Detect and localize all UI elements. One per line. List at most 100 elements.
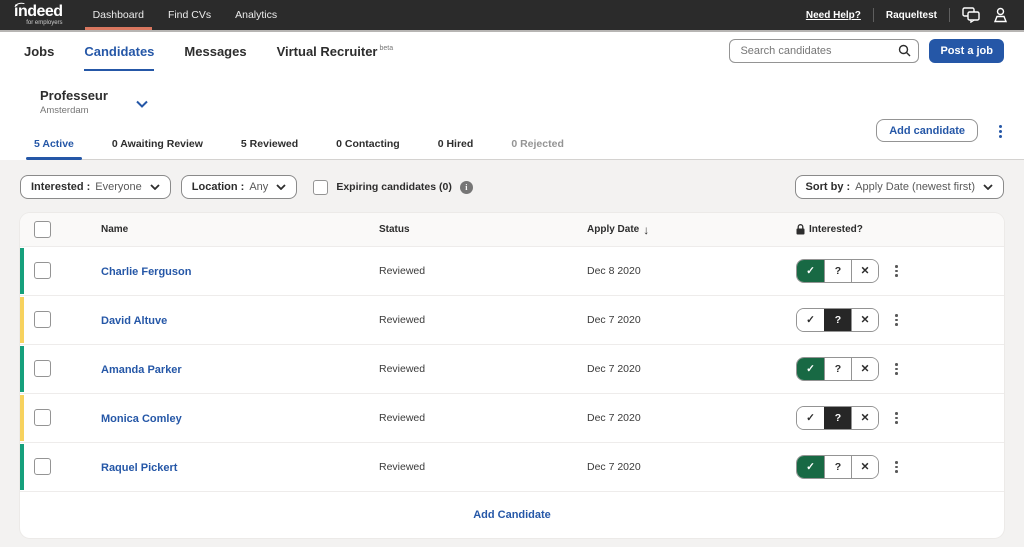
row-checkbox[interactable] — [34, 360, 51, 378]
candidate-name-link[interactable]: Monica Comley — [101, 413, 182, 425]
interested-yes-button[interactable]: ✓ — [797, 407, 824, 429]
interested-yes-button[interactable]: ✓ — [797, 309, 824, 331]
column-header-interested: Interested? — [796, 224, 1004, 235]
tab-contacting[interactable]: 0 Contacting — [336, 138, 400, 159]
sort-descending-arrow-icon: ↓ — [643, 222, 650, 237]
search-icon — [898, 44, 911, 57]
sort-by-dropdown[interactable]: Sort by : Apply Date (newest first) — [794, 175, 1004, 199]
interested-no-button[interactable]: ✕ — [851, 309, 878, 331]
chevron-down-icon — [150, 184, 160, 190]
topnav-find-cvs[interactable]: Find CVs — [156, 0, 223, 30]
column-header-name: Name — [101, 224, 129, 235]
account-icon[interactable] — [993, 7, 1008, 23]
top-navigation: Dashboard Find CVs Analytics — [81, 0, 290, 30]
filters-row: Interested : Everyone Location : Any Exp… — [20, 175, 1004, 199]
interested-no-button[interactable]: ✕ — [851, 407, 878, 429]
interested-no-button[interactable]: ✕ — [851, 358, 878, 380]
row-overflow-menu-icon[interactable] — [893, 361, 900, 377]
interested-button-group: ✓ ? ✕ — [796, 406, 879, 430]
candidate-row: Amanda Parker Reviewed Dec 7 2020 ✓ ? ✕ — [20, 344, 1004, 393]
candidate-name-link[interactable]: Raquel Pickert — [101, 462, 177, 474]
nav-tab-messages[interactable]: Messages — [184, 44, 246, 59]
location-filter-dropdown[interactable]: Location : Any — [180, 175, 298, 199]
interested-button-group: ✓ ? ✕ — [796, 455, 879, 479]
interested-no-button[interactable]: ✕ — [851, 260, 878, 282]
candidate-status: Reviewed — [379, 314, 426, 326]
candidate-name-link[interactable]: David Altuve — [101, 315, 167, 327]
tab-rejected[interactable]: 0 Rejected — [511, 138, 564, 159]
chevron-down-icon — [983, 184, 993, 190]
row-overflow-menu-icon[interactable] — [893, 459, 900, 475]
interested-yes-button[interactable]: ✓ — [797, 260, 824, 282]
select-all-checkbox[interactable] — [34, 221, 51, 238]
add-candidate-link[interactable]: Add Candidate — [473, 509, 551, 521]
interested-maybe-button[interactable]: ? — [824, 358, 851, 380]
topnav-analytics[interactable]: Analytics — [223, 0, 289, 30]
post-a-job-button[interactable]: Post a job — [929, 39, 1004, 63]
table-body: Charlie Ferguson Reviewed Dec 8 2020 ✓ ?… — [20, 246, 1004, 491]
nav-tab-virtual-recruiter[interactable]: Virtual Recruiter beta — [277, 44, 394, 59]
job-selector-chevron-down-icon[interactable] — [136, 100, 148, 108]
candidate-row: Raquel Pickert Reviewed Dec 7 2020 ✓ ? ✕ — [20, 442, 1004, 491]
candidate-status: Reviewed — [379, 363, 426, 375]
tab-hired[interactable]: 0 Hired — [438, 138, 474, 159]
candidate-row: Monica Comley Reviewed Dec 7 2020 ✓ ? ✕ — [20, 393, 1004, 442]
secondary-nav-bar: Jobs Candidates Messages Virtual Recruit… — [0, 30, 1024, 72]
messages-icon[interactable] — [962, 7, 981, 23]
job-overflow-menu-icon[interactable] — [997, 123, 1004, 140]
candidate-apply-date: Dec 7 2020 — [587, 412, 641, 424]
top-app-bar: indeed for employers Dashboard Find CVs … — [0, 0, 1024, 30]
row-overflow-menu-icon[interactable] — [893, 410, 900, 426]
job-location: Amsterdam — [40, 105, 89, 116]
candidate-apply-date: Dec 7 2020 — [587, 461, 641, 473]
lock-icon — [796, 224, 805, 235]
row-checkbox[interactable] — [34, 262, 51, 280]
interested-button-group: ✓ ? ✕ — [796, 308, 879, 332]
row-overflow-menu-icon[interactable] — [893, 312, 900, 328]
row-checkbox[interactable] — [34, 311, 51, 329]
candidate-status: Reviewed — [379, 461, 426, 473]
beta-badge: beta — [379, 45, 394, 53]
nav-tab-jobs[interactable]: Jobs — [24, 44, 54, 59]
expiring-candidates-filter: Expiring candidates (0) i — [313, 179, 473, 195]
tab-awaiting-review[interactable]: 0 Awaiting Review — [112, 138, 203, 159]
tab-active[interactable]: 5 Active — [26, 138, 82, 160]
column-header-status: Status — [379, 224, 410, 235]
search-candidates-input[interactable] — [729, 39, 920, 63]
need-help-link[interactable]: Need Help? — [806, 10, 861, 21]
interested-button-group: ✓ ? ✕ — [796, 259, 879, 283]
nav-tab-candidates[interactable]: Candidates — [84, 44, 155, 71]
info-icon[interactable]: i — [459, 180, 473, 194]
table-footer: Add Candidate — [20, 491, 1004, 538]
interested-maybe-button[interactable]: ? — [824, 407, 851, 429]
indeed-logo[interactable]: indeed for employers — [0, 0, 81, 30]
interested-yes-button[interactable]: ✓ — [797, 456, 824, 478]
row-checkbox[interactable] — [34, 409, 51, 427]
indeed-logo-text: indeed — [14, 0, 63, 20]
interested-maybe-button[interactable]: ? — [824, 309, 851, 331]
candidates-table-card: Name Status Apply Date ↓ Interested? Cha… — [20, 213, 1004, 538]
username-menu[interactable]: Raqueltest — [886, 10, 937, 21]
tab-reviewed[interactable]: 5 Reviewed — [241, 138, 298, 159]
row-checkbox[interactable] — [34, 458, 51, 476]
job-title: Professeur — [40, 88, 108, 103]
interested-yes-button[interactable]: ✓ — [797, 358, 824, 380]
expiring-candidates-label: Expiring candidates (0) — [336, 181, 452, 193]
expiring-candidates-checkbox[interactable] — [313, 179, 329, 195]
interested-maybe-button[interactable]: ? — [824, 260, 851, 282]
column-header-apply-date[interactable]: Apply Date ↓ — [587, 223, 796, 237]
row-overflow-menu-icon[interactable] — [893, 263, 900, 279]
add-candidate-button[interactable]: Add candidate — [876, 119, 978, 142]
interested-filter-dropdown[interactable]: Interested : Everyone — [20, 175, 171, 199]
topnav-dashboard[interactable]: Dashboard — [81, 0, 156, 30]
chevron-down-icon — [276, 184, 286, 190]
candidate-status-tabs: 5 Active 0 Awaiting Review 5 Reviewed 0 … — [26, 138, 1024, 160]
candidate-name-link[interactable]: Amanda Parker — [101, 364, 182, 376]
interested-no-button[interactable]: ✕ — [851, 456, 878, 478]
interested-maybe-button[interactable]: ? — [824, 456, 851, 478]
candidate-status: Reviewed — [379, 265, 426, 277]
divider — [872, 8, 874, 22]
table-header-row: Name Status Apply Date ↓ Interested? — [20, 213, 1004, 246]
candidate-name-link[interactable]: Charlie Ferguson — [101, 266, 191, 278]
content-area: Interested : Everyone Location : Any Exp… — [0, 160, 1024, 538]
